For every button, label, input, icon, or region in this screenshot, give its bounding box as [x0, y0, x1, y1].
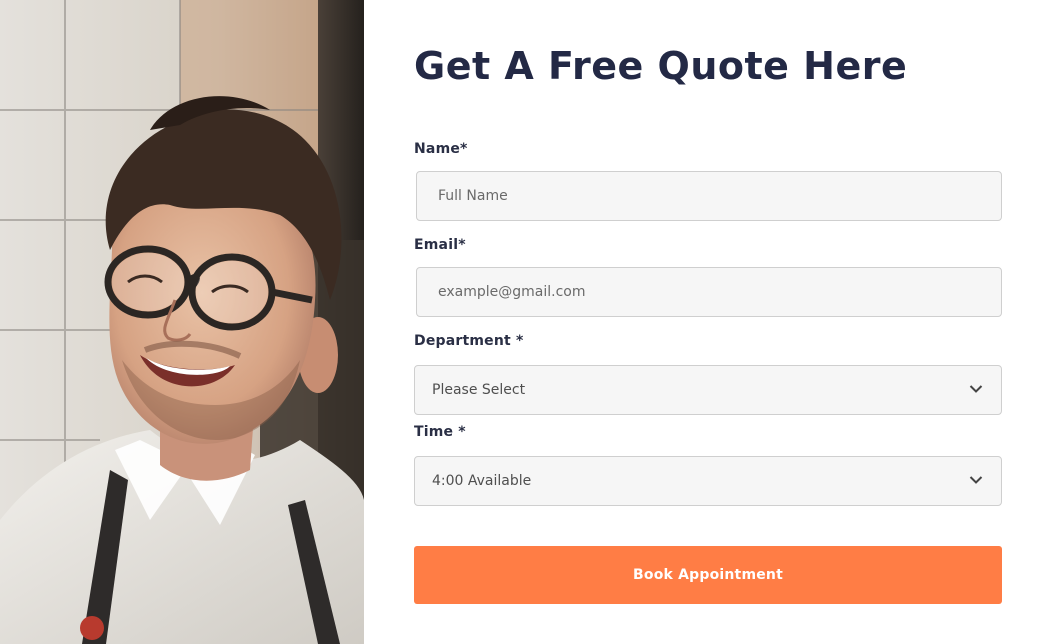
email-label: Email*: [414, 237, 466, 253]
chevron-down-icon: [969, 385, 983, 393]
hero-photo: [0, 0, 364, 644]
quote-page: Get A Free Quote Here Name* Email* Depar…: [0, 0, 1052, 644]
book-appointment-button[interactable]: Book Appointment: [414, 546, 1002, 604]
name-input[interactable]: [416, 171, 1002, 221]
chevron-down-icon: [969, 476, 983, 484]
department-select[interactable]: Please Select: [414, 365, 1002, 415]
department-selected-value: Please Select: [432, 382, 526, 398]
email-input[interactable]: [416, 267, 1002, 317]
form-title: Get A Free Quote Here: [414, 44, 908, 88]
quote-form: Get A Free Quote Here Name* Email* Depar…: [364, 0, 1052, 644]
department-label: Department *: [414, 333, 524, 349]
time-select[interactable]: 4:00 Available: [414, 456, 1002, 506]
name-label: Name*: [414, 141, 468, 157]
time-label: Time *: [414, 424, 466, 440]
time-selected-value: 4:00 Available: [432, 473, 532, 489]
